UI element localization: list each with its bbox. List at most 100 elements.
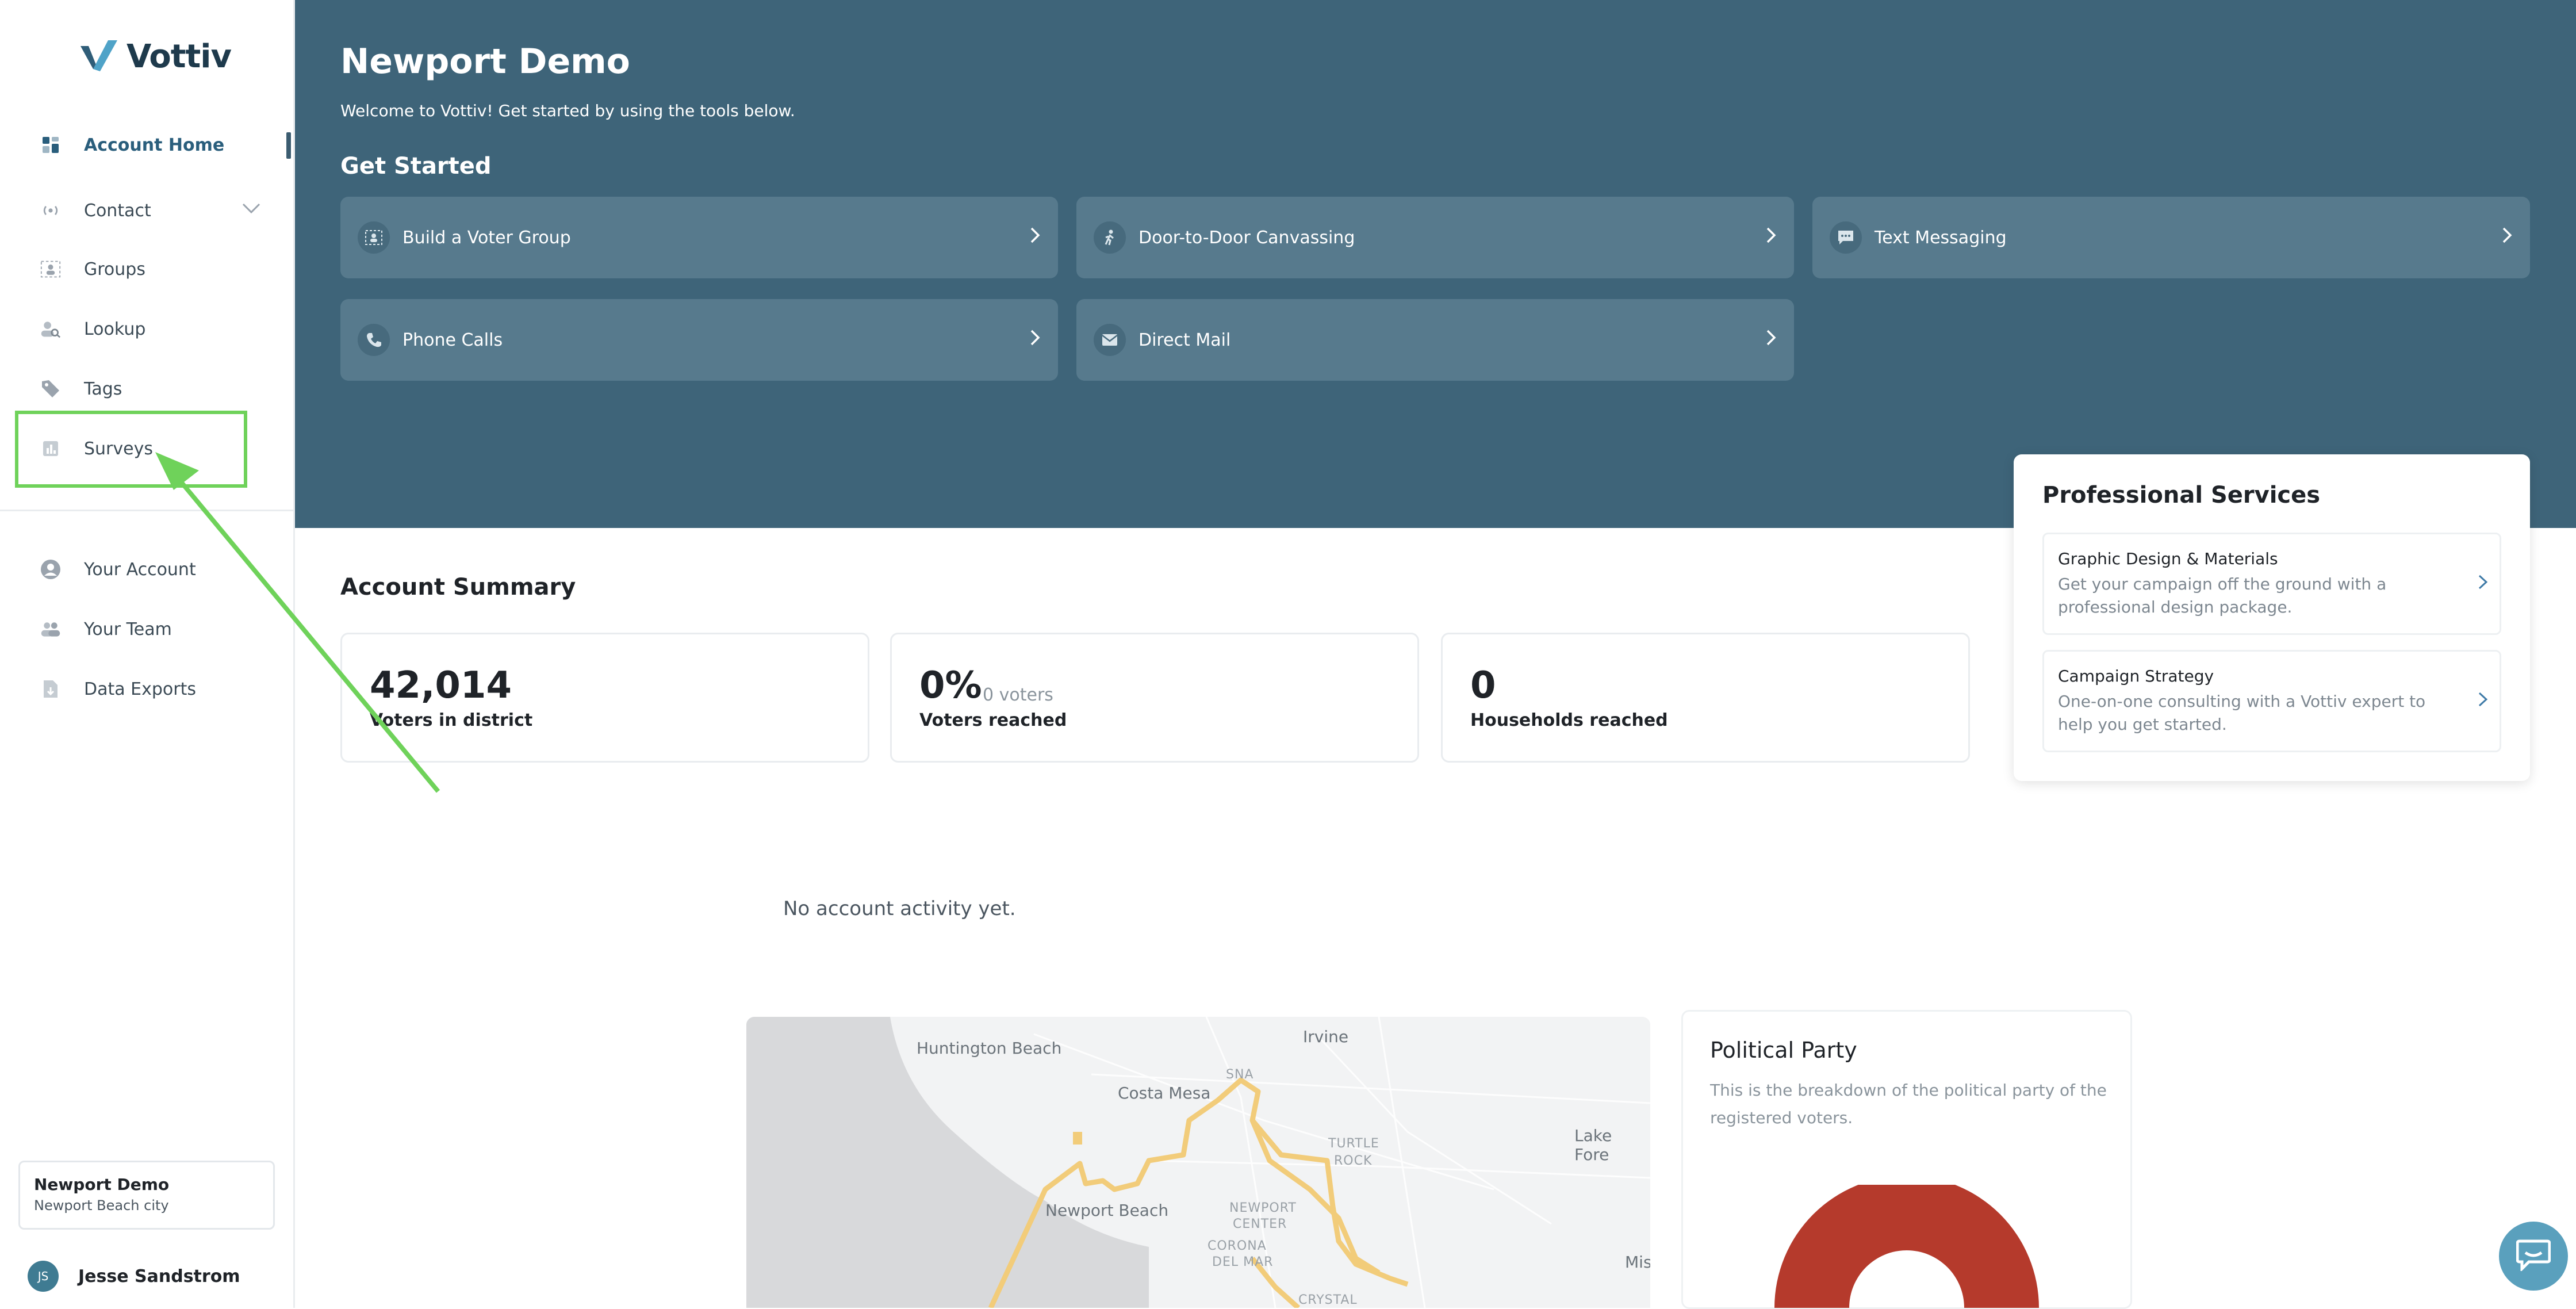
sidebar-item-label: Your Team: [84, 619, 172, 640]
stat-value: 0%: [919, 664, 982, 707]
chevron-right-icon: [1765, 226, 1777, 249]
sidebar-item-lookup[interactable]: Lookup: [40, 306, 270, 352]
sidebar-item-label: Tags: [84, 378, 122, 399]
dashboard-icon: [40, 135, 61, 155]
service-campaign-strategy[interactable]: Campaign Strategy One-on-one consulting …: [2042, 650, 2501, 752]
map-label-mis: Mis: [1625, 1253, 1650, 1272]
groups-icon: [40, 259, 61, 280]
sidebar-item-label: Your Account: [84, 559, 196, 580]
tag-icon: [40, 378, 61, 399]
avatar: JS: [28, 1261, 59, 1292]
stat-label: Voters reached: [919, 710, 1067, 730]
map-label-huntington-beach: Huntington Beach: [917, 1039, 1062, 1058]
file-export-icon: [40, 679, 61, 699]
political-party-description: This is the breakdown of the political p…: [1710, 1081, 2107, 1127]
account-circle-icon: [40, 559, 61, 580]
map-label-irvine: Irvine: [1303, 1027, 1349, 1046]
sidebar-item-label: Lookup: [84, 319, 146, 339]
sidebar-item-contact[interactable]: Contact: [40, 187, 270, 234]
vottiv-logo[interactable]: Vottiv: [80, 33, 232, 79]
sidebar-item-your-account[interactable]: Your Account: [40, 546, 270, 592]
get-started-heading: Get Started: [340, 153, 492, 179]
map-label-rock: ROCK: [1334, 1154, 1373, 1168]
broadcast-icon: [40, 200, 61, 221]
sidebar-divider: [0, 510, 293, 511]
stat-label: Voters in district: [370, 710, 533, 730]
tile-text-messaging[interactable]: Text Messaging: [1812, 197, 2530, 278]
walking-icon: [1094, 221, 1126, 254]
account-name: Newport Demo: [34, 1175, 170, 1194]
chevron-right-icon: [2478, 572, 2488, 595]
chat-icon: [2516, 1239, 2551, 1273]
map-canvas: [746, 1017, 1650, 1308]
stat-label: Households reached: [1470, 710, 1668, 730]
chat-support-button[interactable]: [2499, 1222, 2568, 1291]
user-profile[interactable]: JS Jesse Sandstrom: [28, 1261, 240, 1292]
map-label-turtle: TURTLE: [1328, 1136, 1379, 1151]
map-label-corona: CORONA: [1208, 1239, 1267, 1253]
donut-segment[interactable]: [1774, 1185, 2039, 1308]
service-description: Get your campaign off the ground with a …: [2058, 575, 2387, 617]
active-indicator: [286, 132, 291, 159]
voter-group-icon: [358, 221, 390, 254]
chevron-right-icon: [1765, 328, 1777, 351]
surveys-highlight-box: [15, 411, 247, 488]
phone-icon: [358, 324, 390, 356]
map-label-costa-mesa: Costa Mesa: [1118, 1084, 1211, 1103]
district-map[interactable]: Huntington Beach Irvine Costa Mesa SNA T…: [746, 1017, 1650, 1308]
tile-door-to-door-canvassing[interactable]: Door-to-Door Canvassing: [1076, 197, 1794, 278]
chevron-right-icon: [1029, 328, 1041, 351]
chevron-right-icon: [1029, 226, 1041, 249]
chevron-right-icon: [2478, 690, 2488, 713]
tile-build-voter-group[interactable]: Build a Voter Group: [340, 197, 1058, 278]
tile-label: Door-to-Door Canvassing: [1138, 227, 1355, 248]
sidebar-item-groups[interactable]: Groups: [40, 246, 270, 292]
tile-direct-mail[interactable]: Direct Mail: [1076, 299, 1794, 381]
stat-voters-reached: 0% 0 voters Voters reached: [890, 633, 1419, 763]
service-title: Campaign Strategy: [2058, 667, 2214, 686]
service-title: Graphic Design & Materials: [2058, 549, 2278, 568]
map-label-center: CENTER: [1233, 1217, 1287, 1231]
mail-icon: [1094, 324, 1126, 356]
stat-value: 42,014: [370, 664, 512, 707]
chevron-right-icon: [2501, 226, 2513, 249]
welcome-message: Welcome to Vottiv! Get started by using …: [340, 101, 795, 120]
page-title: Newport Demo: [340, 41, 630, 82]
stat-subvalue: 0 voters: [983, 685, 1053, 705]
vottiv-logo-icon: [80, 40, 117, 71]
tile-label: Phone Calls: [402, 330, 503, 350]
account-location: Newport Beach city: [34, 1197, 169, 1214]
sidebar-item-label: Data Exports: [84, 679, 196, 699]
stat-value: 0: [1470, 664, 1496, 707]
chevron-down-icon[interactable]: [241, 200, 261, 219]
user-name: Jesse Sandstrom: [78, 1266, 240, 1287]
tile-label: Build a Voter Group: [402, 227, 571, 248]
map-label-lake-forest: Lake Fore: [1574, 1126, 1612, 1164]
political-party-title: Political Party: [1710, 1038, 1857, 1063]
account-switcher[interactable]: Newport Demo Newport Beach city: [18, 1161, 275, 1230]
sms-icon: [1830, 221, 1862, 254]
sidebar-item-your-team[interactable]: Your Team: [40, 606, 270, 652]
party-donut-chart[interactable]: [1774, 1185, 2039, 1308]
team-icon: [40, 619, 61, 640]
sidebar-item-data-exports[interactable]: Data Exports: [40, 666, 270, 712]
map-label-crystal: CRYSTAL: [1298, 1293, 1358, 1307]
map-label-newport-beach: Newport Beach: [1045, 1201, 1169, 1220]
service-graphic-design[interactable]: Graphic Design & Materials Get your camp…: [2042, 533, 2501, 635]
user-search-icon: [40, 319, 61, 339]
sidebar-item-label: Contact: [84, 200, 151, 221]
map-label-newport: NEWPORT: [1229, 1201, 1297, 1215]
sidebar-item-label: Account Home: [84, 135, 225, 155]
stat-households-reached: 0 Households reached: [1441, 633, 1970, 763]
tile-phone-calls[interactable]: Phone Calls: [340, 299, 1058, 381]
map-label-sna: SNA: [1226, 1067, 1254, 1082]
map-label-del-mar: DEL MAR: [1212, 1255, 1274, 1269]
account-summary-title: Account Summary: [340, 574, 576, 600]
sidebar-item-label: Groups: [84, 259, 145, 280]
sidebar-item-account-home[interactable]: Account Home: [40, 122, 270, 168]
tile-label: Text Messaging: [1874, 227, 2007, 248]
activity-empty-state: No account activity yet.: [783, 897, 1016, 920]
sidebar-item-tags[interactable]: Tags: [40, 366, 270, 412]
brand-name: Vottiv: [126, 37, 232, 75]
service-description: One-on-one consulting with a Vottiv expe…: [2058, 692, 2426, 734]
